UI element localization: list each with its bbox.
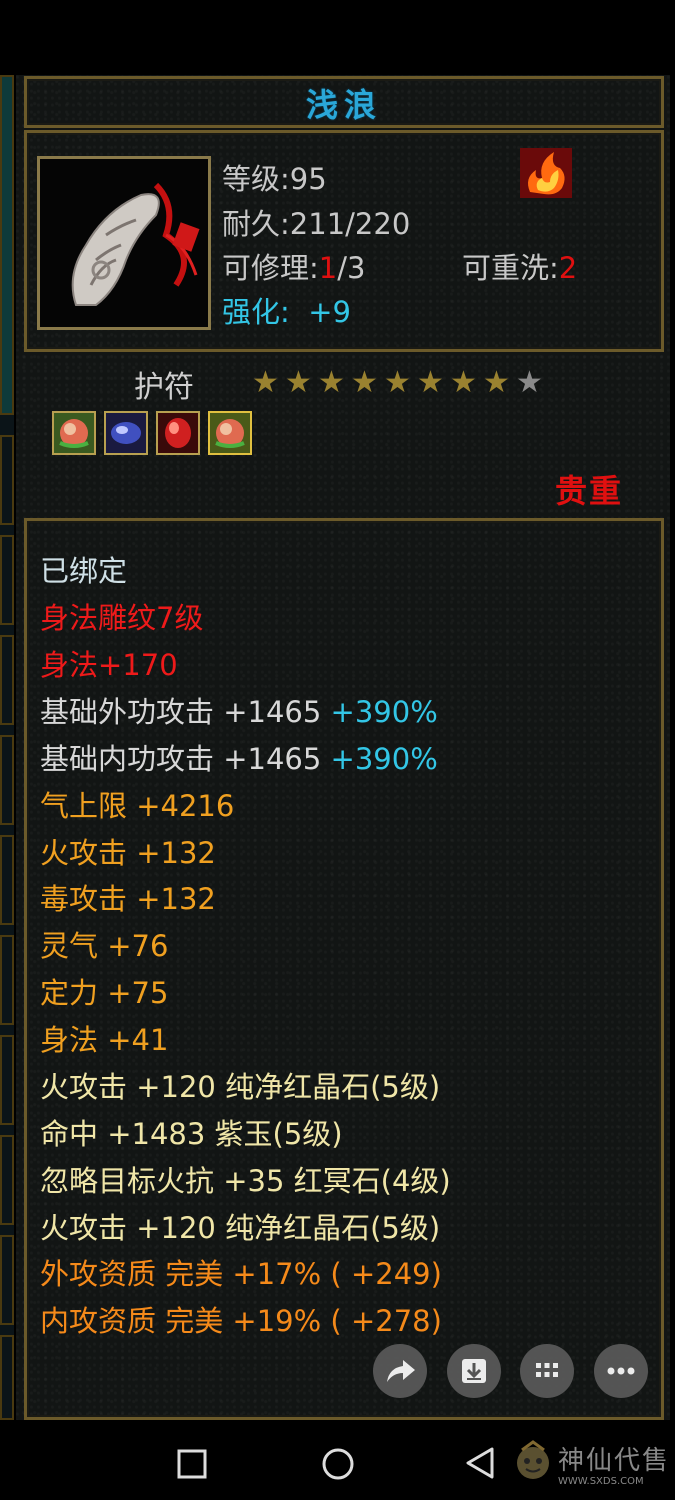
enhance-value: +9 [308,295,351,329]
attribute-line: 身法 +41 [40,1023,169,1057]
item-type: 护符 [134,370,194,405]
attribute-line: 身法+170 [40,648,178,682]
filled-star-icon: ★ [384,365,411,400]
square-icon [177,1449,207,1479]
attribute-line: 基础内功攻击 +1465 +390% [40,736,438,778]
grid-button[interactable] [520,1344,574,1398]
repair-stat: 可修理:1/3 [222,251,366,285]
filled-star-icon: ★ [285,365,312,400]
level-value: 95 [289,162,327,196]
enhance-stat: 强化: +9 [222,295,351,329]
share-button[interactable] [373,1344,427,1398]
home-button[interactable] [320,1446,356,1486]
attribute-text: 基础内功攻击 +1465 [40,742,322,776]
repair-used: 1 [318,251,338,285]
attribute-line: 身法雕纹7级 [40,601,204,635]
amulet-icon [46,165,202,321]
attribute-line: 毒攻击 +132 [40,882,216,916]
attribute-line: 火攻击 +120 纯净红晶石(5级) [40,1211,441,1245]
enhance-label: 强化 [222,295,281,329]
attribute-line: 基础外功攻击 +1465 +390% [40,689,438,731]
share-icon [387,1360,415,1382]
attribute-line: 内攻资质 完美 +19% ( +278) [40,1304,442,1338]
reroll-stat: 可重洗:2 [462,251,578,285]
attribute-line: 气上限 +4216 [40,789,235,823]
attribute-line: 外攻资质 完美 +17% ( +249) [40,1257,442,1291]
red-gem-icon[interactable] [156,411,200,455]
empty-star-icon: ★ [516,365,543,400]
filled-star-icon: ★ [252,365,279,400]
more-icon [607,1367,635,1375]
status-bar [0,0,675,75]
attribute-line: 忽略目标火抗 +35 红冥石(4级) [40,1164,451,1198]
level-stat: 等级:95 [222,162,327,196]
attribute-line: 火攻击 +120 纯净红晶石(5级) [40,1070,441,1104]
reroll-value: 2 [558,251,578,285]
left-edge-strip [0,75,14,1420]
attribute-line: 命中 +1483 紫玉(5级) [40,1117,343,1151]
attribute-bonus: +390% [330,695,438,729]
reroll-label: 可重洗 [462,251,550,285]
filled-star-icon: ★ [351,365,378,400]
triangle-back-icon [466,1447,494,1479]
repair-total: /3 [337,251,366,285]
durability-label: 耐久 [222,207,281,241]
attribute-line: 火攻击 +132 [40,836,216,870]
watermark-logo-icon [510,1438,556,1488]
watermark-url: WWW.SXDS.COM [558,1476,644,1487]
watermark-text: 神仙代售 [558,1446,671,1476]
filled-star-icon: ★ [417,365,444,400]
level-label: 等级 [222,162,281,196]
fire-element-icon [520,148,572,198]
repair-label: 可修理 [222,251,310,285]
durability-stat: 耐久:211/220 [222,207,411,241]
durability-value: 211/220 [289,207,411,241]
attribute-line: 已绑定 [40,554,128,588]
grid-icon [536,1363,558,1377]
item-icon [37,156,211,330]
filled-star-icon: ★ [483,365,510,400]
green-red-gem-icon[interactable] [208,411,252,455]
blue-gem-icon[interactable] [104,411,148,455]
download-icon [462,1359,486,1383]
more-button[interactable] [594,1344,648,1398]
attribute-line: 灵气 +76 [40,929,169,963]
item-name: 浅浪 [305,86,382,124]
download-button[interactable] [447,1344,501,1398]
rarity-label: 贵重 [555,472,624,510]
filled-star-icon: ★ [450,365,477,400]
attribute-bonus: +390% [330,742,438,776]
circle-icon [322,1448,354,1480]
green-red-gem-icon[interactable] [52,411,96,455]
recent-apps-button[interactable] [176,1448,208,1484]
back-button[interactable] [464,1446,496,1484]
filled-star-icon: ★ [318,365,345,400]
attribute-line: 定力 +75 [40,976,169,1010]
attribute-text: 基础外功攻击 +1465 [40,695,322,729]
